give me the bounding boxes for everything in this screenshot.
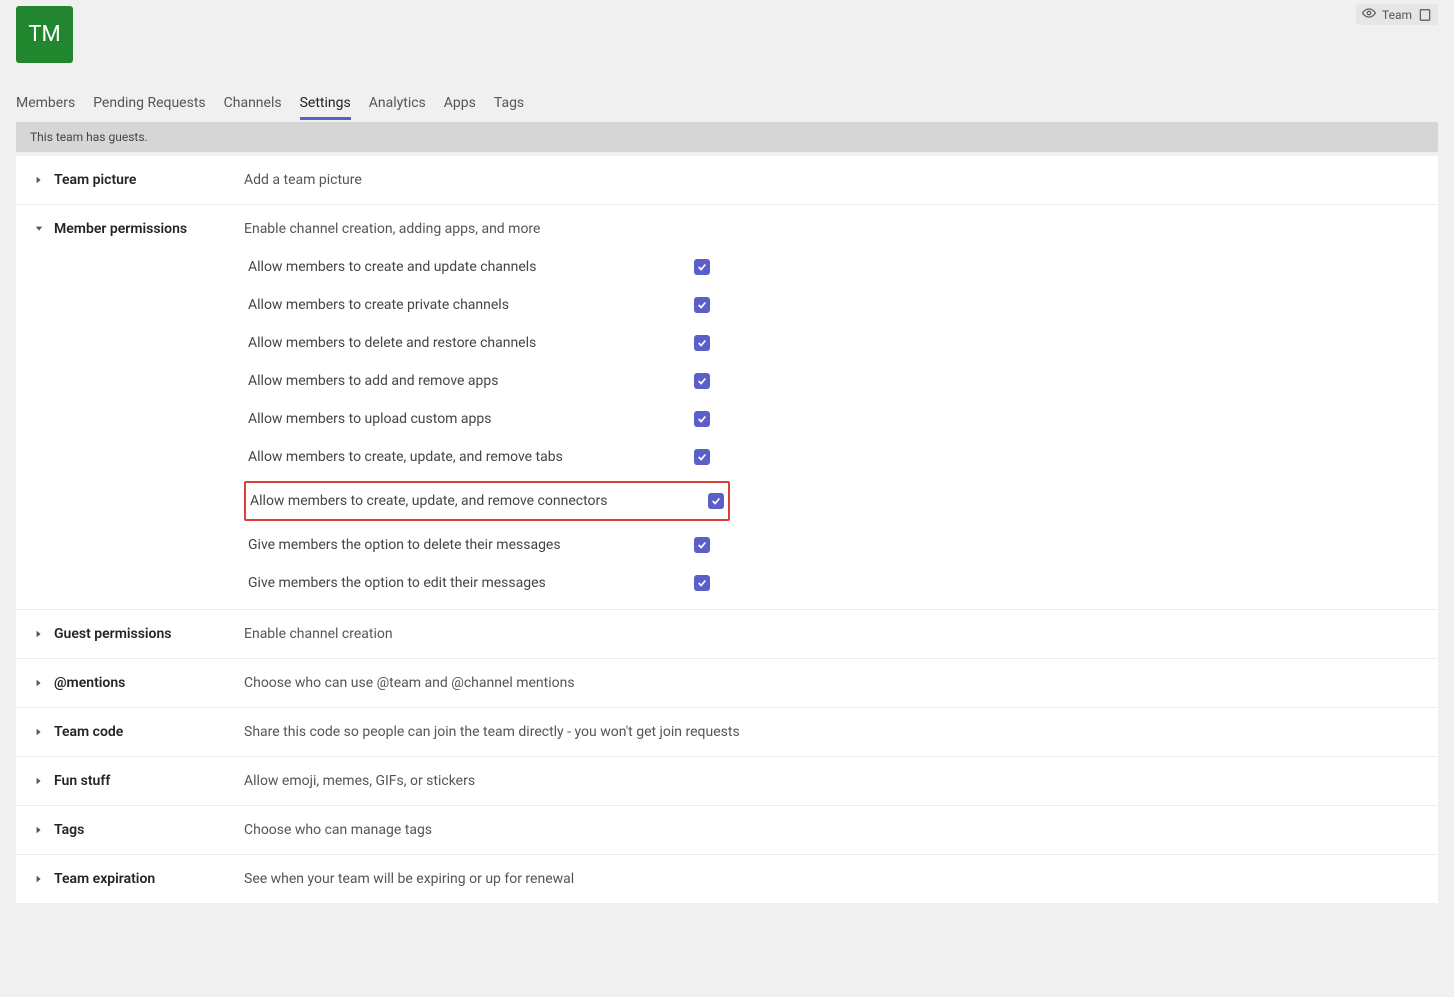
option-add-remove-apps: Allow members to add and remove apps xyxy=(244,371,714,391)
chevron-right-icon xyxy=(34,875,44,883)
section-team-expiration[interactable]: Team expiration See when your team will … xyxy=(16,855,1438,903)
chevron-right-icon xyxy=(34,630,44,638)
tab-pending-requests[interactable]: Pending Requests xyxy=(93,95,205,120)
chevron-right-icon xyxy=(34,728,44,736)
option-upload-custom-apps: Allow members to upload custom apps xyxy=(244,409,714,429)
section-desc: Allow emoji, memes, GIFs, or stickers xyxy=(244,773,1420,789)
option-delete-messages: Give members the option to delete their … xyxy=(244,535,714,555)
section-team-code[interactable]: Team code Share this code so people can … xyxy=(16,708,1438,757)
section-desc: See when your team will be expiring or u… xyxy=(244,871,1420,887)
chevron-down-icon[interactable] xyxy=(34,225,44,233)
option-label: Allow members to add and remove apps xyxy=(248,373,498,389)
option-delete-restore-channels: Allow members to delete and restore chan… xyxy=(244,333,714,353)
section-desc: Enable channel creation, adding apps, an… xyxy=(244,221,1420,237)
checkbox[interactable] xyxy=(694,335,710,351)
tab-bar: Members Pending Requests Channels Settin… xyxy=(16,95,1438,120)
option-manage-tabs: Allow members to create, update, and rem… xyxy=(244,447,714,467)
checkbox[interactable] xyxy=(694,259,710,275)
team-badge-label: Team xyxy=(1382,8,1412,22)
tab-settings[interactable]: Settings xyxy=(300,95,351,120)
section-team-picture[interactable]: Team picture Add a team picture xyxy=(16,156,1438,205)
checkbox[interactable] xyxy=(694,373,710,389)
chevron-right-icon xyxy=(34,777,44,785)
checkbox[interactable] xyxy=(694,297,710,313)
tab-apps[interactable]: Apps xyxy=(444,95,476,120)
section-title: Team picture xyxy=(54,172,136,188)
section-title: Tags xyxy=(54,822,84,838)
section-desc: Share this code so people can join the t… xyxy=(244,724,1420,740)
section-mentions[interactable]: @mentions Choose who can use @team and @… xyxy=(16,659,1438,708)
option-label: Allow members to create and update chann… xyxy=(248,259,536,275)
section-title: Member permissions xyxy=(54,221,187,237)
tab-channels[interactable]: Channels xyxy=(224,95,282,120)
option-label: Allow members to create, update, and rem… xyxy=(248,449,563,465)
checkbox[interactable] xyxy=(694,537,710,553)
org-icon xyxy=(1418,8,1432,22)
guest-notice: This team has guests. xyxy=(16,122,1438,152)
section-guest-permissions[interactable]: Guest permissions Enable channel creatio… xyxy=(16,610,1438,659)
checkbox[interactable] xyxy=(694,449,710,465)
section-member-permissions: Member permissions Enable channel creati… xyxy=(16,205,1438,610)
checkbox[interactable] xyxy=(694,575,710,591)
section-title: Guest permissions xyxy=(54,626,172,642)
section-desc: Enable channel creation xyxy=(244,626,1420,642)
option-label: Allow members to delete and restore chan… xyxy=(248,335,536,351)
chevron-right-icon xyxy=(34,679,44,687)
chevron-right-icon xyxy=(34,176,44,184)
eye-icon xyxy=(1362,6,1376,23)
team-visibility-badge[interactable]: Team xyxy=(1356,4,1438,25)
option-label: Give members the option to delete their … xyxy=(248,537,561,553)
tab-members[interactable]: Members xyxy=(16,95,75,120)
option-create-update-channels: Allow members to create and update chann… xyxy=(244,257,714,277)
section-desc: Choose who can manage tags xyxy=(244,822,1420,838)
member-permissions-options: Allow members to create and update chann… xyxy=(244,257,1420,593)
chevron-right-icon xyxy=(34,826,44,834)
section-title: Team expiration xyxy=(54,871,155,887)
option-label: Allow members to upload custom apps xyxy=(248,411,492,427)
checkbox[interactable] xyxy=(694,411,710,427)
option-create-private-channels: Allow members to create private channels xyxy=(244,295,714,315)
settings-panel: Team picture Add a team picture Member p… xyxy=(16,156,1438,903)
option-label: Allow members to create private channels xyxy=(248,297,509,313)
checkbox[interactable] xyxy=(708,493,724,509)
section-title: Team code xyxy=(54,724,123,740)
team-avatar: TM xyxy=(16,6,73,63)
option-manage-connectors: Allow members to create, update, and rem… xyxy=(244,481,730,521)
section-tags[interactable]: Tags Choose who can manage tags xyxy=(16,806,1438,855)
section-desc: Add a team picture xyxy=(244,172,1420,188)
option-label: Give members the option to edit their me… xyxy=(248,575,546,591)
option-edit-messages: Give members the option to edit their me… xyxy=(244,573,714,593)
section-title: @mentions xyxy=(54,675,125,691)
option-label: Allow members to create, update, and rem… xyxy=(250,493,608,509)
section-fun-stuff[interactable]: Fun stuff Allow emoji, memes, GIFs, or s… xyxy=(16,757,1438,806)
section-title: Fun stuff xyxy=(54,773,110,789)
tab-analytics[interactable]: Analytics xyxy=(369,95,426,120)
section-desc: Choose who can use @team and @channel me… xyxy=(244,675,1420,691)
tab-tags[interactable]: Tags xyxy=(494,95,524,120)
